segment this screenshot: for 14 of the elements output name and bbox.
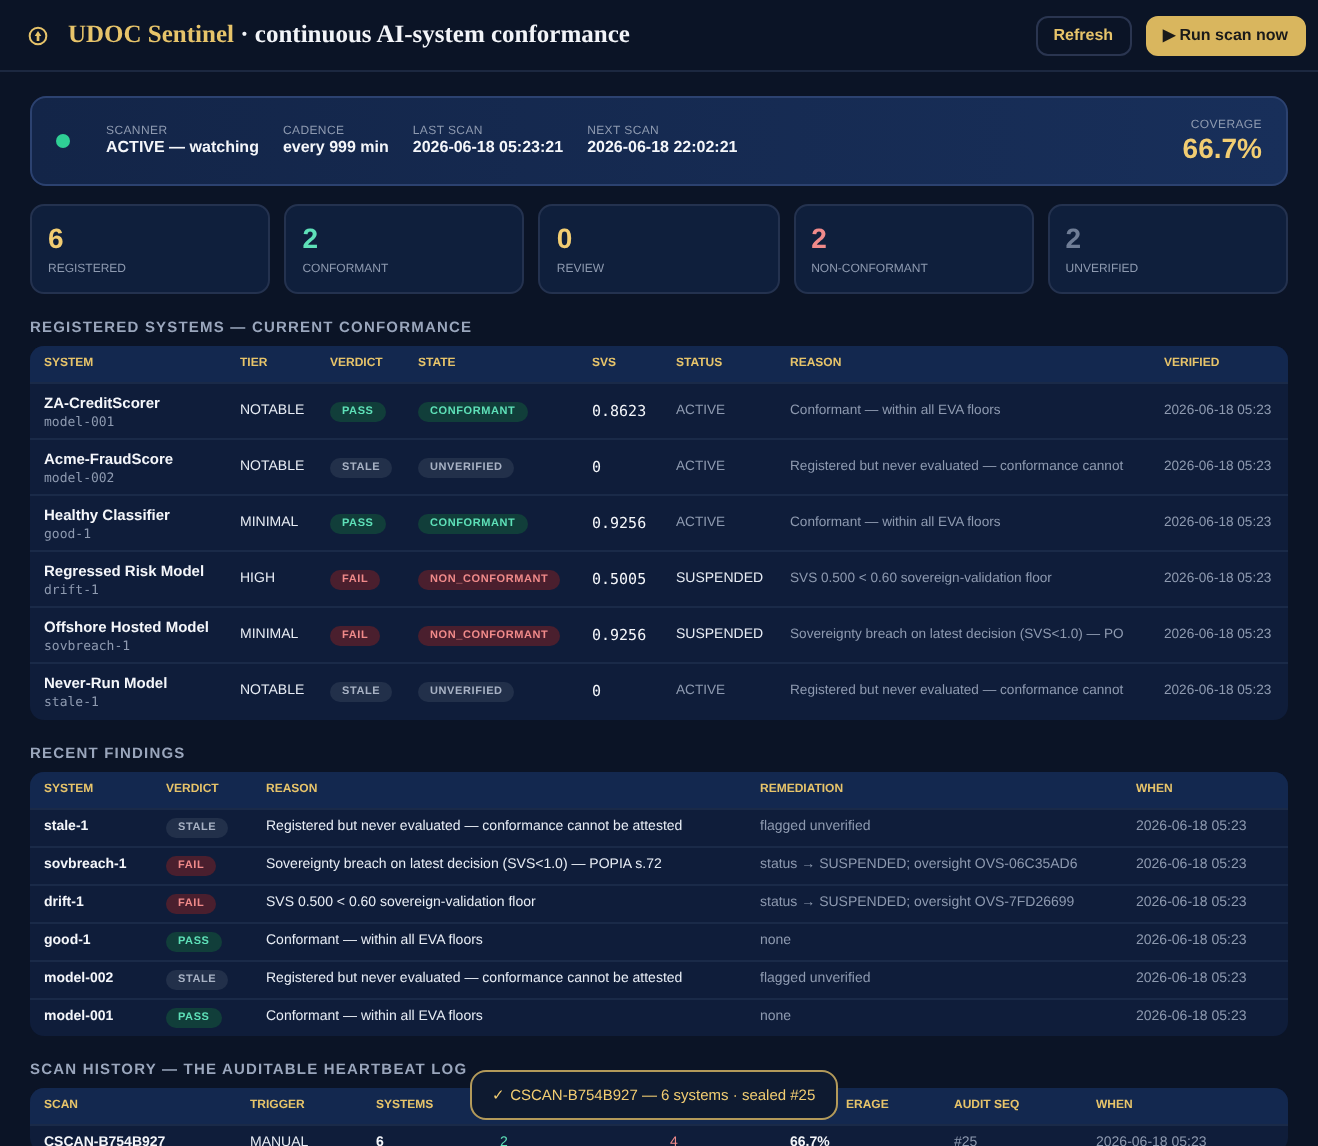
- stat-value: 2: [302, 222, 320, 254]
- app-subtitle: · continuous AI-system conformance: [240, 20, 630, 48]
- field-value: ACTIVE — watching: [106, 138, 259, 156]
- refresh-button[interactable]: Refresh: [1035, 15, 1132, 55]
- stat-value: 2: [1065, 222, 1084, 254]
- field-value: 2026-06-18 22:02:21: [587, 138, 738, 156]
- run-scan-button[interactable]: ▶ Run scan now: [1145, 15, 1306, 55]
- app-name: UDOC Sentinel: [68, 20, 234, 48]
- field-value: every 999 min: [282, 138, 389, 156]
- stat-value: 6: [48, 222, 66, 254]
- field-value: 2026-06-18 05:23:21: [412, 138, 564, 156]
- stat-value: 0: [556, 222, 575, 254]
- stat-value: 2: [811, 222, 829, 254]
- coverage-value: 66.7%: [1182, 131, 1262, 163]
